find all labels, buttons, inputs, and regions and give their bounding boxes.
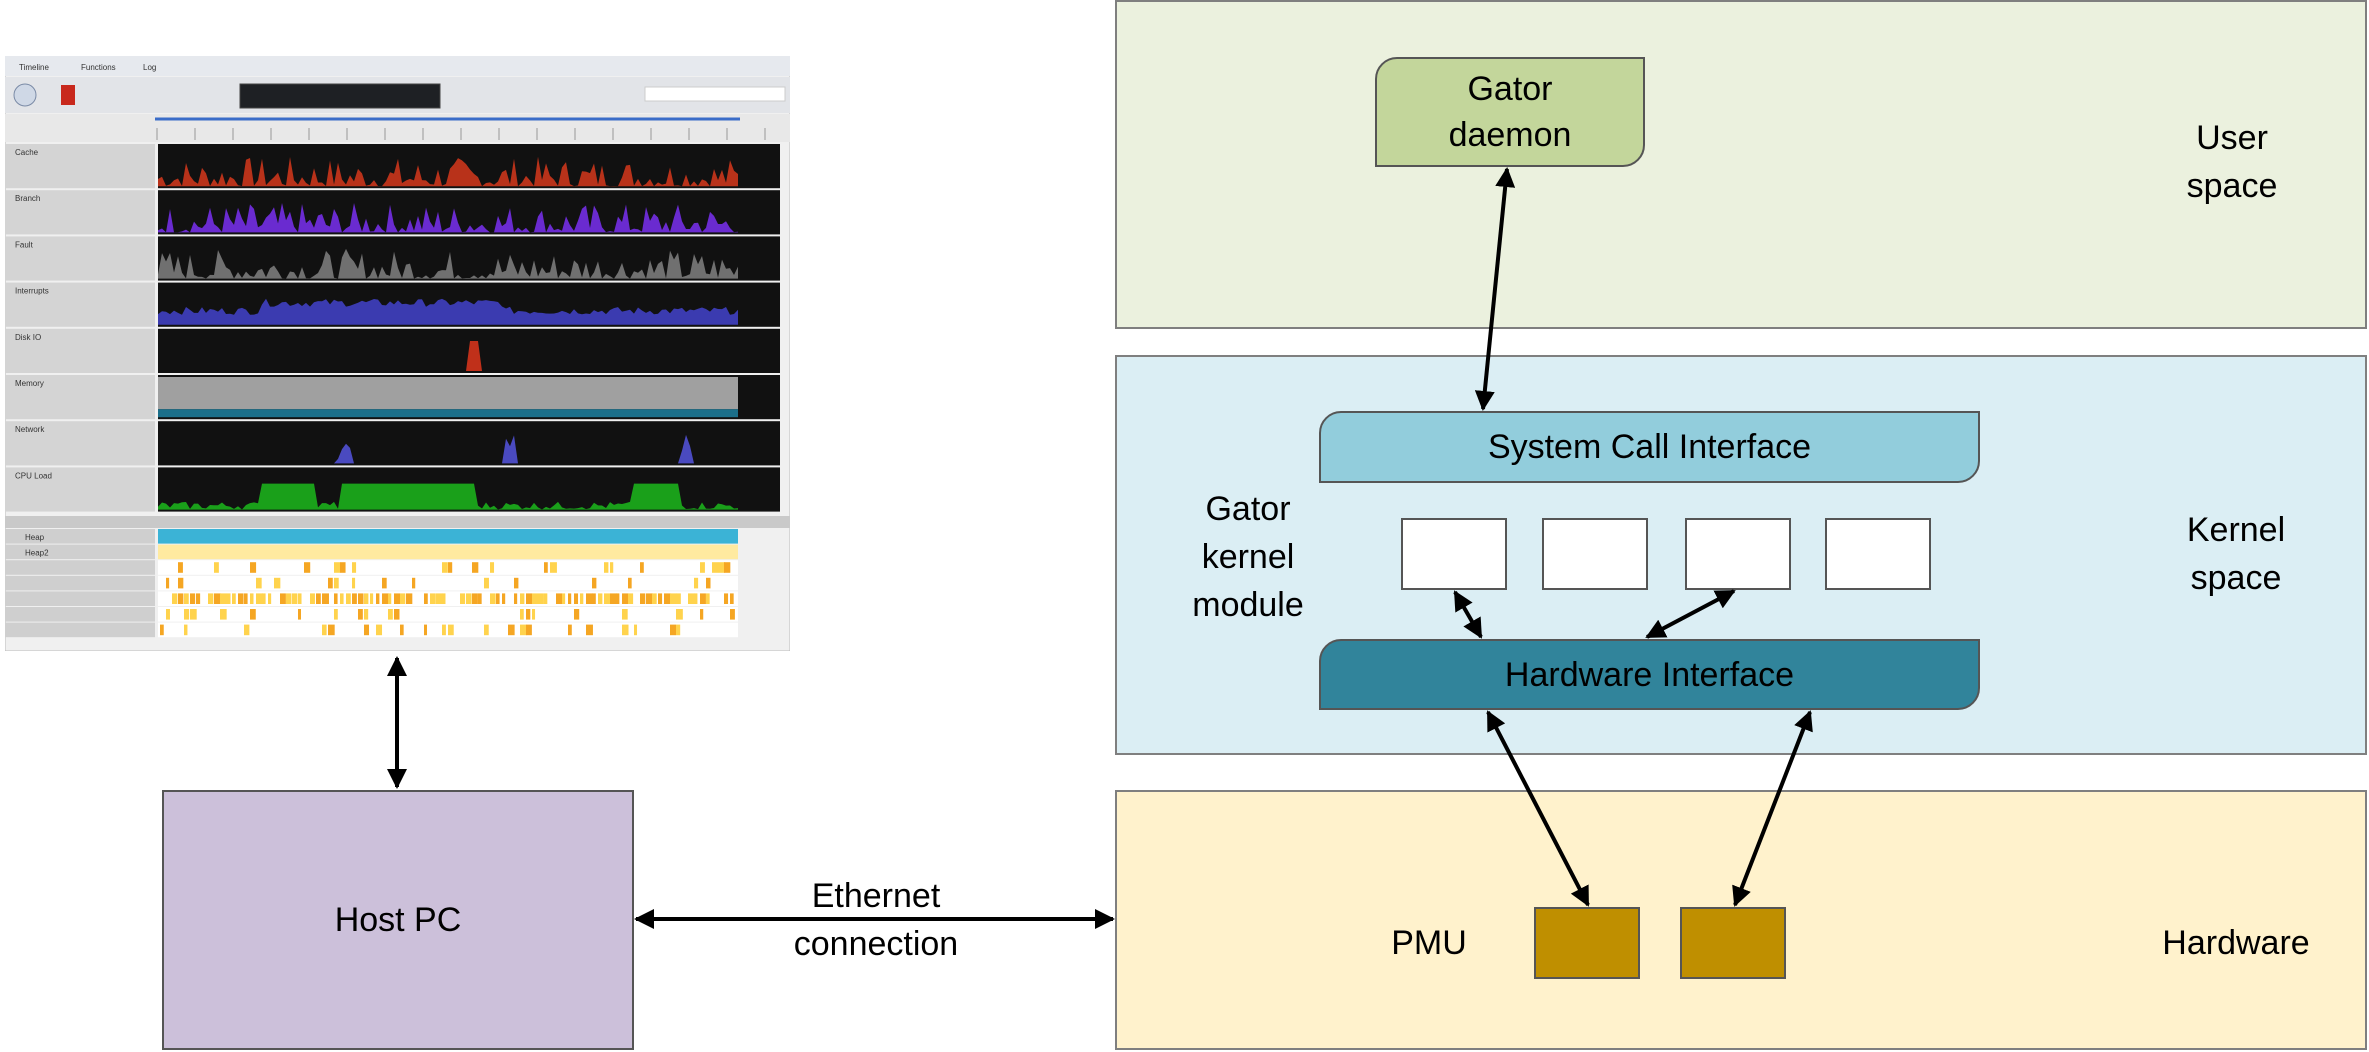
- hwif-pmu-arrow-1: [1486, 710, 1590, 907]
- connection-arrows: [387, 167, 1813, 929]
- module-hwif-arrow-2: [1645, 589, 1736, 639]
- daemon-syscall-arrow: [1474, 167, 1516, 411]
- hwif-pmu-arrow-2: [1732, 710, 1813, 907]
- diagram-canvas: User space Kernel space Hardware Gator d…: [0, 0, 2369, 1052]
- module-hwif-arrow-1: [1453, 590, 1483, 639]
